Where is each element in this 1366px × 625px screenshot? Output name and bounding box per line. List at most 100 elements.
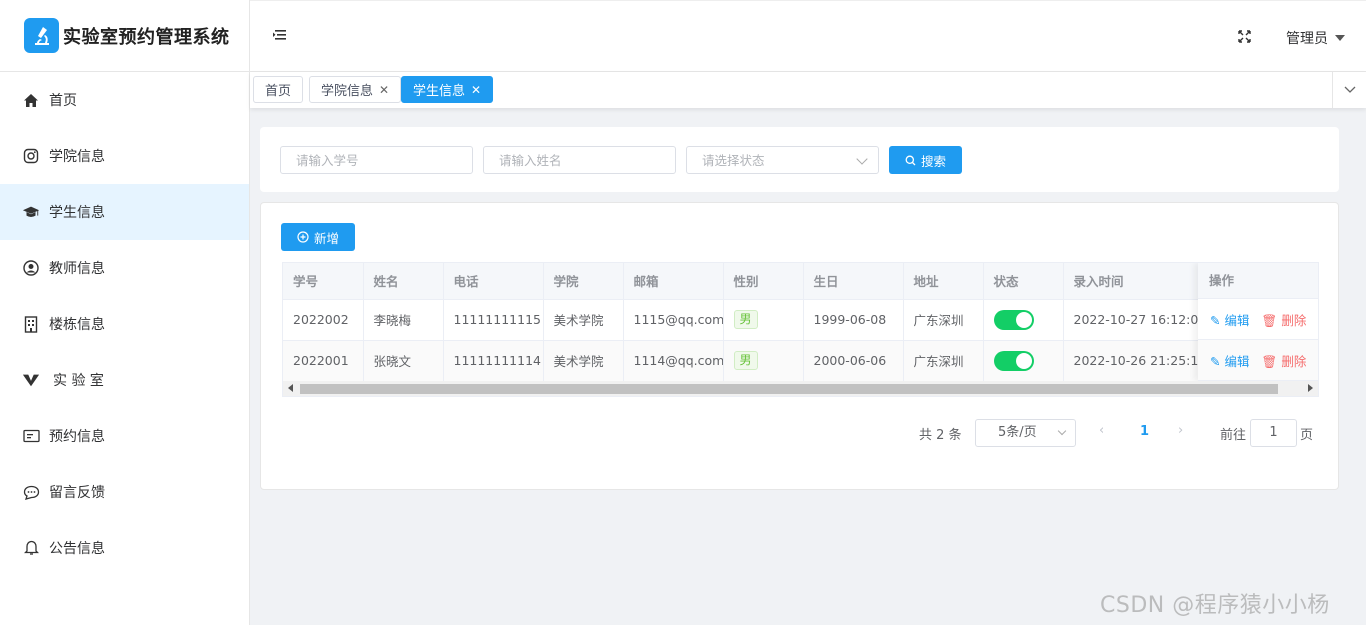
add-button-label: 新增 (313, 230, 339, 246)
column-header: 学院 (543, 263, 624, 300)
edit-button[interactable]: ✎ 编辑 (1210, 351, 1249, 370)
cell-birthday: 2000-06-06 (803, 340, 904, 382)
building-icon (22, 315, 40, 333)
watermark: CSDN @程序猿小小杨 (1100, 593, 1330, 618)
cell-status (983, 340, 1064, 382)
cell-college: 美术学院 (543, 299, 624, 341)
gender-tag: 男 (733, 351, 758, 370)
prev-page-icon[interactable]: ‹ (1099, 423, 1104, 438)
sidebar-item-label: 留言反馈 (49, 485, 105, 501)
table-row: 2022002 李晓梅 11111111115 美术学院 1115@qq.com… (283, 299, 1318, 341)
cell-address: 广东深圳 (903, 299, 984, 341)
chat-icon (22, 483, 40, 501)
sidebar-item-reservations[interactable]: 预约信息 (0, 408, 249, 464)
sidebar-item-label: 学生信息 (49, 205, 105, 221)
status-field[interactable] (702, 152, 878, 168)
sidebar-item-label: 首页 (49, 93, 77, 109)
sidebar: 实验室预约管理系统 首页 学院信息 学生信息 教师信息 楼栋信息 实 验 室 预… (0, 0, 250, 625)
scrollbar-thumb[interactable] (300, 384, 1278, 394)
cell-phone: 11111111115 (443, 299, 544, 341)
name-field[interactable] (499, 152, 675, 168)
cell-created: 2022-10-26 21:25:11 (1063, 340, 1199, 382)
page-size-value: 5条/页 (998, 425, 1037, 440)
tabs-bar: 首页 学院信息 ✕ 学生信息 ✕ (250, 72, 1366, 108)
cell-gender: 男 (723, 299, 804, 341)
sidebar-item-college[interactable]: 学院信息 (0, 128, 249, 184)
user-dropdown[interactable]: 管理员 (1286, 28, 1345, 48)
page-size-select[interactable]: 5条/页 (975, 419, 1076, 447)
delete-label: 删除 (1281, 312, 1307, 328)
sidebar-item-label: 公告信息 (49, 541, 105, 557)
student-no-field[interactable] (296, 152, 472, 168)
search-button-label: 搜索 (920, 153, 946, 169)
scroll-right-icon[interactable] (1308, 384, 1313, 392)
page-number-current[interactable]: 1 (1140, 424, 1149, 439)
tab-home[interactable]: 首页 (253, 76, 304, 103)
name-input[interactable] (483, 146, 676, 174)
gender-tag: 男 (733, 310, 758, 329)
menu-toggle-icon[interactable] (273, 29, 287, 45)
sidebar-item-buildings[interactable]: 楼栋信息 (0, 296, 249, 352)
cell-name: 张晓文 (363, 340, 444, 382)
tab-students[interactable]: 学生信息 ✕ (401, 76, 494, 103)
edit-button[interactable]: ✎ 编辑 (1210, 310, 1249, 329)
scroll-left-icon[interactable] (288, 384, 293, 392)
cell-birthday: 1999-06-08 (803, 299, 904, 341)
column-header-operations: 操作 (1198, 263, 1318, 299)
delete-button[interactable]: 🗑 删除 (1261, 351, 1306, 370)
status-select[interactable] (686, 146, 879, 174)
app-title: 实验室预约管理系统 (63, 26, 230, 48)
cell-phone: 11111111114 (443, 340, 544, 382)
sidebar-item-teachers[interactable]: 教师信息 (0, 240, 249, 296)
add-button[interactable]: 新增 (281, 223, 355, 251)
logo-area: 实验室预约管理系统 (0, 0, 249, 72)
cell-address: 广东深圳 (903, 340, 984, 382)
sidebar-item-labs[interactable]: 实 验 室 (0, 352, 249, 408)
column-header: 录入时间 (1063, 263, 1199, 300)
students-table: 学号 姓名 电话 学院 邮箱 性别 生日 地址 状态 录入时间 2022002 … (282, 262, 1319, 397)
operations-column: 操作 ✎ 编辑 🗑 删除 ✎ 编辑 🗑 删除 (1198, 263, 1318, 381)
column-header: 姓名 (363, 263, 444, 300)
cell-student-no: 2022001 (283, 340, 364, 382)
column-header: 电话 (443, 263, 544, 300)
microscope-logo-icon (24, 18, 59, 53)
close-icon[interactable]: ✕ (471, 83, 481, 97)
status-toggle[interactable] (993, 350, 1034, 371)
status-toggle[interactable] (993, 309, 1034, 330)
cell-name: 李晓梅 (363, 299, 444, 341)
tab-label: 学生信息 (413, 84, 466, 99)
close-icon[interactable]: ✕ (379, 83, 389, 97)
plus-circle-icon (297, 231, 309, 243)
sidebar-item-students[interactable]: 学生信息 (0, 184, 249, 240)
tab-college[interactable]: 学院信息 ✕ (309, 76, 402, 103)
sidebar-item-announcements[interactable]: 公告信息 (0, 520, 249, 576)
table-row: 2022001 张晓文 11111111114 美术学院 1114@qq.com… (283, 340, 1318, 382)
delete-button[interactable]: 🗑 删除 (1261, 310, 1306, 329)
cell-email: 1115@qq.com (623, 299, 724, 341)
cell-created: 2022-10-27 16:12:05 (1063, 299, 1199, 341)
fullscreen-icon[interactable] (1238, 30, 1251, 47)
search-panel: 搜索 (260, 127, 1339, 192)
column-header: 性别 (723, 263, 804, 300)
cell-college: 美术学院 (543, 340, 624, 382)
search-button[interactable]: 搜索 (889, 146, 962, 174)
next-page-icon[interactable]: › (1178, 423, 1183, 438)
column-header: 生日 (803, 263, 904, 300)
user-name: 管理员 (1286, 31, 1328, 47)
goto-page-input[interactable]: 1 (1250, 419, 1297, 447)
sidebar-item-feedback[interactable]: 留言反馈 (0, 464, 249, 520)
bell-icon (22, 539, 40, 557)
sidebar-item-home[interactable]: 首页 (0, 72, 249, 128)
sidebar-item-label: 楼栋信息 (49, 317, 105, 333)
student-no-input[interactable] (280, 146, 473, 174)
top-header: 管理员 (250, 0, 1366, 72)
tabs-more-chevron-down-icon[interactable] (1332, 72, 1366, 108)
search-icon (905, 155, 916, 165)
edit-label: 编辑 (1224, 312, 1250, 328)
horizontal-scrollbar[interactable] (283, 381, 1318, 396)
column-header: 地址 (903, 263, 984, 300)
cell-gender: 男 (723, 340, 804, 382)
caret-down-icon (1335, 35, 1345, 41)
instagram-icon (22, 147, 40, 165)
pagination-total: 共 2 条 (919, 428, 962, 443)
